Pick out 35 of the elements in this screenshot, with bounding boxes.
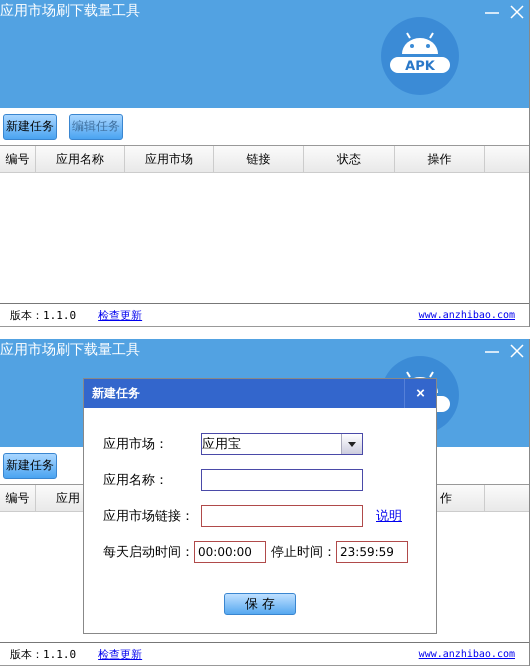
toolbar-button[interactable]: 新建任务 <box>3 114 57 140</box>
stop-time-field[interactable]: 23:59:59 <box>336 541 408 563</box>
android-logo-icon: APK <box>380 16 460 96</box>
input-field[interactable] <box>201 469 363 491</box>
stop-time-label: 停止时间： <box>271 544 336 561</box>
save-button[interactable]: 保 存 <box>224 593 296 615</box>
website-link[interactable]: www.anzhibao.com <box>418 648 515 660</box>
window-title: 应用市场刷下载量工具 <box>0 341 140 359</box>
version-text: 版本：1.1.0 <box>10 646 76 662</box>
input-field[interactable] <box>201 505 363 527</box>
column-header: 状态 <box>304 146 395 172</box>
column-header: 应用市场 <box>125 146 214 172</box>
column-header: 编号 <box>0 485 36 511</box>
check-update-link[interactable]: 检查更新 <box>98 308 142 322</box>
field-label: 应用名称： <box>103 472 169 489</box>
field-label: 应用市场： <box>103 436 169 453</box>
start-time-field[interactable]: 00:00:00 <box>194 541 266 563</box>
column-header: 操作 <box>395 146 485 172</box>
start-time-label: 每天启动时间： <box>103 544 194 561</box>
toolbar-button[interactable]: 新建任务 <box>3 452 57 478</box>
column-header: 应用名称 <box>36 146 125 172</box>
close-icon[interactable] <box>509 343 525 359</box>
website-link[interactable]: www.anzhibao.com <box>418 310 515 320</box>
column-header: 应用 <box>55 490 81 506</box>
help-link[interactable]: 说明 <box>376 507 402 525</box>
version-text: 版本：1.1.0 <box>10 308 76 322</box>
close-button[interactable]: × <box>404 379 436 408</box>
window-title: 应用市场刷下载量工具 <box>0 2 140 20</box>
column-header: 编号 <box>0 146 36 172</box>
column-header: 链接 <box>214 146 304 172</box>
market-select[interactable]: 应用宝 <box>201 433 363 455</box>
check-update-link[interactable]: 检查更新 <box>98 646 142 662</box>
close-icon[interactable] <box>509 4 525 20</box>
field-label: 应用市场链接： <box>103 508 195 525</box>
dialog-title: 新建任务 <box>92 385 140 402</box>
